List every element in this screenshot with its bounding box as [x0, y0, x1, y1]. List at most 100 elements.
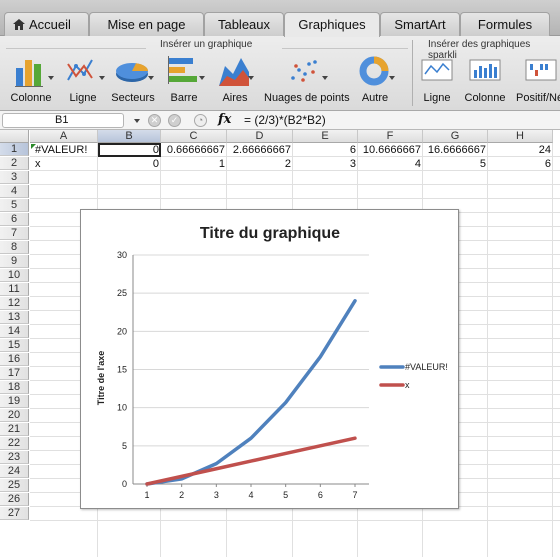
- cell-d2[interactable]: 2: [227, 158, 293, 171]
- chevron-down-icon[interactable]: [248, 76, 254, 80]
- bar-chart-icon: [168, 56, 197, 84]
- row-header-14[interactable]: 14: [0, 325, 29, 338]
- row-header-1[interactable]: 1: [0, 143, 29, 156]
- column-header-f[interactable]: F: [358, 130, 423, 143]
- x-tick-label: 4: [248, 490, 253, 500]
- row-header-2[interactable]: 2: [0, 157, 29, 170]
- row-header-18[interactable]: 18: [0, 381, 29, 394]
- row-header-22[interactable]: 22: [0, 437, 29, 450]
- select-all-corner[interactable]: [0, 130, 29, 143]
- grid-row-line: [30, 184, 560, 185]
- row-header-13[interactable]: 13: [0, 311, 29, 324]
- row-header-5[interactable]: 5: [0, 199, 29, 212]
- ribbon-panel: Insérer un graphique Insérer des graphiq…: [0, 36, 560, 111]
- column-header-e[interactable]: E: [293, 130, 358, 143]
- group-divider: [6, 48, 146, 49]
- pie-chart-button[interactable]: Secteurs: [111, 54, 155, 104]
- grid-column-line: [487, 143, 488, 557]
- tab-smartart[interactable]: SmartArt: [380, 12, 460, 36]
- row-header-4[interactable]: 4: [0, 185, 29, 198]
- column-header-a[interactable]: A: [30, 130, 98, 143]
- scatter-chart-button[interactable]: Nuages de points: [264, 54, 350, 104]
- cell-h2[interactable]: 6: [488, 158, 553, 171]
- row-header-24[interactable]: 24: [0, 465, 29, 478]
- button-label: Positif/Né: [516, 92, 560, 104]
- cell-e1[interactable]: 6: [293, 144, 358, 157]
- row-header-19[interactable]: 19: [0, 395, 29, 408]
- cell-g2[interactable]: 5: [423, 158, 488, 171]
- chevron-down-icon[interactable]: [134, 119, 140, 123]
- cell-g1[interactable]: 16.6666667: [423, 144, 488, 157]
- row-header-16[interactable]: 16: [0, 353, 29, 366]
- row-header-27[interactable]: 27: [0, 507, 29, 520]
- area-chart-button[interactable]: Aires: [216, 54, 254, 104]
- line-chart-button[interactable]: Ligne: [64, 54, 102, 104]
- column-header-g[interactable]: G: [423, 130, 488, 143]
- column-chart-button[interactable]: Colonne: [11, 54, 51, 104]
- cell-a2[interactable]: x: [32, 158, 98, 171]
- area-chart-icon: [219, 58, 249, 86]
- group-title-insert-chart: Insérer un graphique: [160, 39, 253, 50]
- chevron-down-icon[interactable]: [322, 76, 328, 80]
- confirm-icon[interactable]: ✓: [168, 114, 181, 127]
- other-chart-button[interactable]: Autre: [356, 54, 394, 104]
- name-box[interactable]: B1: [2, 113, 124, 128]
- chart-object[interactable]: Titre du graphique Titre de l'axe 0 5 10 15…: [80, 209, 459, 509]
- sparkline-column-button[interactable]: Colonne: [465, 54, 505, 104]
- row-header-12[interactable]: 12: [0, 297, 29, 310]
- cell-h1[interactable]: 24: [488, 144, 553, 157]
- cell-c1[interactable]: 0.66666667: [161, 144, 227, 157]
- cell-e2[interactable]: 3: [293, 158, 358, 171]
- cell-d1[interactable]: 2.66666667: [227, 144, 293, 157]
- row-header-8[interactable]: 8: [0, 241, 29, 254]
- row-header-26[interactable]: 26: [0, 493, 29, 506]
- function-wizard-icon[interactable]: ◔: [194, 114, 207, 127]
- ribbon-tab-bar: Accueil Mise en page Tableaux Graphiques…: [0, 0, 560, 37]
- column-header-d[interactable]: D: [227, 130, 293, 143]
- chevron-down-icon[interactable]: [389, 76, 395, 80]
- row-header-10[interactable]: 10: [0, 269, 29, 282]
- fx-icon[interactable]: fx: [218, 112, 231, 127]
- tab-graphiques[interactable]: Graphiques: [284, 12, 380, 37]
- row-header-6[interactable]: 6: [0, 213, 29, 226]
- chevron-down-icon[interactable]: [99, 76, 105, 80]
- sparkline-winloss-button[interactable]: Positif/Né: [516, 54, 560, 104]
- active-cell-selection: [98, 143, 161, 157]
- cell-c2[interactable]: 1: [161, 158, 227, 171]
- row-header-21[interactable]: 21: [0, 423, 29, 436]
- row-header-23[interactable]: 23: [0, 451, 29, 464]
- chevron-down-icon[interactable]: [199, 76, 205, 80]
- column-header-h[interactable]: H: [488, 130, 553, 143]
- tab-label: Formules: [477, 17, 533, 32]
- cell-f2[interactable]: 4: [358, 158, 423, 171]
- formula-input[interactable]: = (2/3)*(B2*B2): [244, 113, 326, 127]
- y-tick-label: 15: [117, 365, 127, 375]
- tab-tableaux[interactable]: Tableaux: [204, 12, 284, 36]
- row-header-17[interactable]: 17: [0, 367, 29, 380]
- y-axis-title: Titre de l'axe: [96, 351, 106, 406]
- cell-b2[interactable]: 0: [98, 158, 161, 171]
- cell-a1[interactable]: #VALEUR!: [32, 144, 98, 157]
- formula-bar: B1 ✕ ✓ ◔ fx = (2/3)*(B2*B2): [0, 111, 560, 130]
- button-label: Aires: [222, 92, 248, 104]
- cancel-icon[interactable]: ✕: [148, 114, 161, 127]
- tab-mise-en-page[interactable]: Mise en page: [89, 12, 204, 36]
- sparkline-line-button[interactable]: Ligne: [420, 54, 454, 104]
- chevron-down-icon[interactable]: [48, 76, 54, 80]
- row-header-7[interactable]: 7: [0, 227, 29, 240]
- chevron-down-icon[interactable]: [148, 76, 154, 80]
- row-header-11[interactable]: 11: [0, 283, 29, 296]
- cell-f1[interactable]: 10.6666667: [358, 144, 423, 157]
- pie-chart-icon: [116, 63, 149, 82]
- row-header-15[interactable]: 15: [0, 339, 29, 352]
- column-header-c[interactable]: C: [161, 130, 227, 143]
- column-header-b[interactable]: B: [98, 130, 161, 143]
- row-header-9[interactable]: 9: [0, 255, 29, 268]
- row-header-3[interactable]: 3: [0, 171, 29, 184]
- row-header-20[interactable]: 20: [0, 409, 29, 422]
- tab-label: Graphiques: [298, 17, 366, 32]
- row-header-25[interactable]: 25: [0, 479, 29, 492]
- tab-accueil[interactable]: Accueil: [4, 12, 89, 36]
- tab-formules[interactable]: Formules: [460, 12, 550, 36]
- bar-chart-button[interactable]: Barre: [164, 54, 204, 104]
